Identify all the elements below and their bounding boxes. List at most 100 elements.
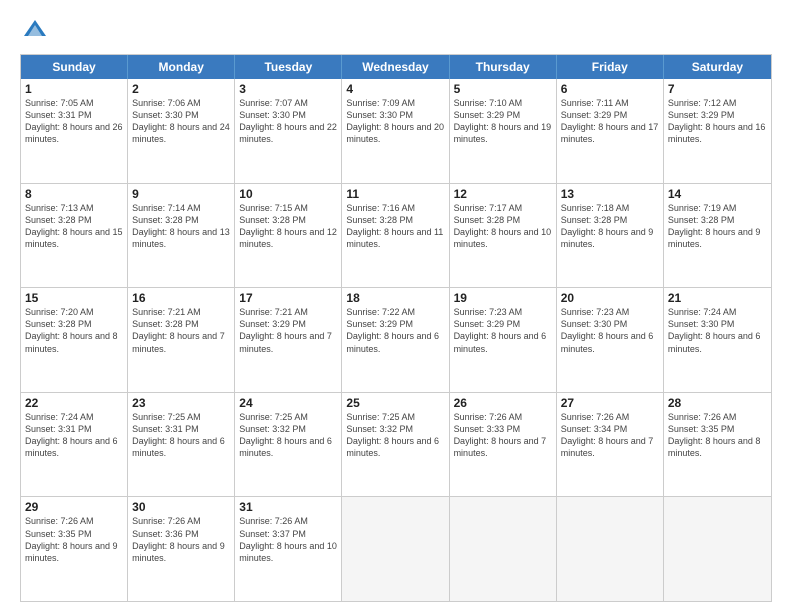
- calendar-cell: 23Sunrise: 7:25 AMSunset: 3:31 PMDayligh…: [128, 393, 235, 497]
- calendar-cell-empty: [557, 497, 664, 601]
- cell-info: Sunrise: 7:06 AMSunset: 3:30 PMDaylight:…: [132, 97, 230, 146]
- cell-info: Sunrise: 7:09 AMSunset: 3:30 PMDaylight:…: [346, 97, 444, 146]
- day-header: Saturday: [664, 55, 771, 79]
- calendar-week-row: 15Sunrise: 7:20 AMSunset: 3:28 PMDayligh…: [21, 288, 771, 393]
- cell-info: Sunrise: 7:19 AMSunset: 3:28 PMDaylight:…: [668, 202, 767, 251]
- calendar-cell: 21Sunrise: 7:24 AMSunset: 3:30 PMDayligh…: [664, 288, 771, 392]
- day-number: 16: [132, 291, 230, 305]
- day-number: 13: [561, 187, 659, 201]
- calendar-week-row: 1Sunrise: 7:05 AMSunset: 3:31 PMDaylight…: [21, 79, 771, 184]
- day-number: 24: [239, 396, 337, 410]
- day-header: Tuesday: [235, 55, 342, 79]
- logo: [20, 16, 54, 46]
- calendar-week-row: 29Sunrise: 7:26 AMSunset: 3:35 PMDayligh…: [21, 497, 771, 601]
- day-number: 12: [454, 187, 552, 201]
- cell-info: Sunrise: 7:23 AMSunset: 3:29 PMDaylight:…: [454, 306, 552, 355]
- cell-info: Sunrise: 7:12 AMSunset: 3:29 PMDaylight:…: [668, 97, 767, 146]
- calendar-cell: 29Sunrise: 7:26 AMSunset: 3:35 PMDayligh…: [21, 497, 128, 601]
- day-number: 5: [454, 82, 552, 96]
- day-header: Friday: [557, 55, 664, 79]
- calendar-cell: 11Sunrise: 7:16 AMSunset: 3:28 PMDayligh…: [342, 184, 449, 288]
- day-number: 3: [239, 82, 337, 96]
- day-number: 27: [561, 396, 659, 410]
- day-number: 9: [132, 187, 230, 201]
- day-number: 7: [668, 82, 767, 96]
- calendar-cell: 26Sunrise: 7:26 AMSunset: 3:33 PMDayligh…: [450, 393, 557, 497]
- calendar-cell: 8Sunrise: 7:13 AMSunset: 3:28 PMDaylight…: [21, 184, 128, 288]
- logo-icon: [20, 16, 50, 46]
- header: [20, 16, 772, 46]
- day-number: 1: [25, 82, 123, 96]
- cell-info: Sunrise: 7:24 AMSunset: 3:30 PMDaylight:…: [668, 306, 767, 355]
- calendar-cell: 31Sunrise: 7:26 AMSunset: 3:37 PMDayligh…: [235, 497, 342, 601]
- cell-info: Sunrise: 7:25 AMSunset: 3:32 PMDaylight:…: [346, 411, 444, 460]
- calendar-cell: 7Sunrise: 7:12 AMSunset: 3:29 PMDaylight…: [664, 79, 771, 183]
- calendar-cell: 19Sunrise: 7:23 AMSunset: 3:29 PMDayligh…: [450, 288, 557, 392]
- calendar-cell: 10Sunrise: 7:15 AMSunset: 3:28 PMDayligh…: [235, 184, 342, 288]
- day-number: 23: [132, 396, 230, 410]
- day-number: 10: [239, 187, 337, 201]
- calendar-cell: 9Sunrise: 7:14 AMSunset: 3:28 PMDaylight…: [128, 184, 235, 288]
- cell-info: Sunrise: 7:15 AMSunset: 3:28 PMDaylight:…: [239, 202, 337, 251]
- cell-info: Sunrise: 7:17 AMSunset: 3:28 PMDaylight:…: [454, 202, 552, 251]
- cell-info: Sunrise: 7:26 AMSunset: 3:37 PMDaylight:…: [239, 515, 337, 564]
- calendar-cell: 12Sunrise: 7:17 AMSunset: 3:28 PMDayligh…: [450, 184, 557, 288]
- cell-info: Sunrise: 7:11 AMSunset: 3:29 PMDaylight:…: [561, 97, 659, 146]
- cell-info: Sunrise: 7:07 AMSunset: 3:30 PMDaylight:…: [239, 97, 337, 146]
- cell-info: Sunrise: 7:16 AMSunset: 3:28 PMDaylight:…: [346, 202, 444, 251]
- cell-info: Sunrise: 7:05 AMSunset: 3:31 PMDaylight:…: [25, 97, 123, 146]
- day-number: 18: [346, 291, 444, 305]
- calendar-cell: 14Sunrise: 7:19 AMSunset: 3:28 PMDayligh…: [664, 184, 771, 288]
- cell-info: Sunrise: 7:20 AMSunset: 3:28 PMDaylight:…: [25, 306, 123, 355]
- cell-info: Sunrise: 7:14 AMSunset: 3:28 PMDaylight:…: [132, 202, 230, 251]
- day-number: 14: [668, 187, 767, 201]
- day-number: 28: [668, 396, 767, 410]
- day-number: 26: [454, 396, 552, 410]
- cell-info: Sunrise: 7:23 AMSunset: 3:30 PMDaylight:…: [561, 306, 659, 355]
- cell-info: Sunrise: 7:26 AMSunset: 3:33 PMDaylight:…: [454, 411, 552, 460]
- day-number: 2: [132, 82, 230, 96]
- calendar-cell: 1Sunrise: 7:05 AMSunset: 3:31 PMDaylight…: [21, 79, 128, 183]
- calendar-cell-empty: [450, 497, 557, 601]
- day-number: 22: [25, 396, 123, 410]
- calendar-cell: 5Sunrise: 7:10 AMSunset: 3:29 PMDaylight…: [450, 79, 557, 183]
- calendar-body: 1Sunrise: 7:05 AMSunset: 3:31 PMDaylight…: [21, 79, 771, 601]
- calendar-header: SundayMondayTuesdayWednesdayThursdayFrid…: [21, 55, 771, 79]
- cell-info: Sunrise: 7:21 AMSunset: 3:28 PMDaylight:…: [132, 306, 230, 355]
- day-number: 21: [668, 291, 767, 305]
- cell-info: Sunrise: 7:25 AMSunset: 3:32 PMDaylight:…: [239, 411, 337, 460]
- calendar-cell: 28Sunrise: 7:26 AMSunset: 3:35 PMDayligh…: [664, 393, 771, 497]
- day-header: Monday: [128, 55, 235, 79]
- calendar-cell: 4Sunrise: 7:09 AMSunset: 3:30 PMDaylight…: [342, 79, 449, 183]
- day-number: 17: [239, 291, 337, 305]
- calendar-cell: 16Sunrise: 7:21 AMSunset: 3:28 PMDayligh…: [128, 288, 235, 392]
- cell-info: Sunrise: 7:22 AMSunset: 3:29 PMDaylight:…: [346, 306, 444, 355]
- calendar-cell: 22Sunrise: 7:24 AMSunset: 3:31 PMDayligh…: [21, 393, 128, 497]
- calendar-cell: 24Sunrise: 7:25 AMSunset: 3:32 PMDayligh…: [235, 393, 342, 497]
- calendar-cell-empty: [342, 497, 449, 601]
- cell-info: Sunrise: 7:26 AMSunset: 3:34 PMDaylight:…: [561, 411, 659, 460]
- cell-info: Sunrise: 7:26 AMSunset: 3:36 PMDaylight:…: [132, 515, 230, 564]
- calendar-cell: 6Sunrise: 7:11 AMSunset: 3:29 PMDaylight…: [557, 79, 664, 183]
- calendar-cell: 30Sunrise: 7:26 AMSunset: 3:36 PMDayligh…: [128, 497, 235, 601]
- day-number: 15: [25, 291, 123, 305]
- calendar-cell: 15Sunrise: 7:20 AMSunset: 3:28 PMDayligh…: [21, 288, 128, 392]
- calendar-cell: 18Sunrise: 7:22 AMSunset: 3:29 PMDayligh…: [342, 288, 449, 392]
- day-number: 11: [346, 187, 444, 201]
- calendar: SundayMondayTuesdayWednesdayThursdayFrid…: [20, 54, 772, 602]
- calendar-cell-empty: [664, 497, 771, 601]
- calendar-week-row: 22Sunrise: 7:24 AMSunset: 3:31 PMDayligh…: [21, 393, 771, 498]
- day-header: Sunday: [21, 55, 128, 79]
- day-number: 31: [239, 500, 337, 514]
- day-number: 25: [346, 396, 444, 410]
- day-number: 20: [561, 291, 659, 305]
- cell-info: Sunrise: 7:24 AMSunset: 3:31 PMDaylight:…: [25, 411, 123, 460]
- day-number: 6: [561, 82, 659, 96]
- cell-info: Sunrise: 7:25 AMSunset: 3:31 PMDaylight:…: [132, 411, 230, 460]
- cell-info: Sunrise: 7:10 AMSunset: 3:29 PMDaylight:…: [454, 97, 552, 146]
- day-header: Thursday: [450, 55, 557, 79]
- day-number: 29: [25, 500, 123, 514]
- day-header: Wednesday: [342, 55, 449, 79]
- calendar-cell: 17Sunrise: 7:21 AMSunset: 3:29 PMDayligh…: [235, 288, 342, 392]
- cell-info: Sunrise: 7:26 AMSunset: 3:35 PMDaylight:…: [25, 515, 123, 564]
